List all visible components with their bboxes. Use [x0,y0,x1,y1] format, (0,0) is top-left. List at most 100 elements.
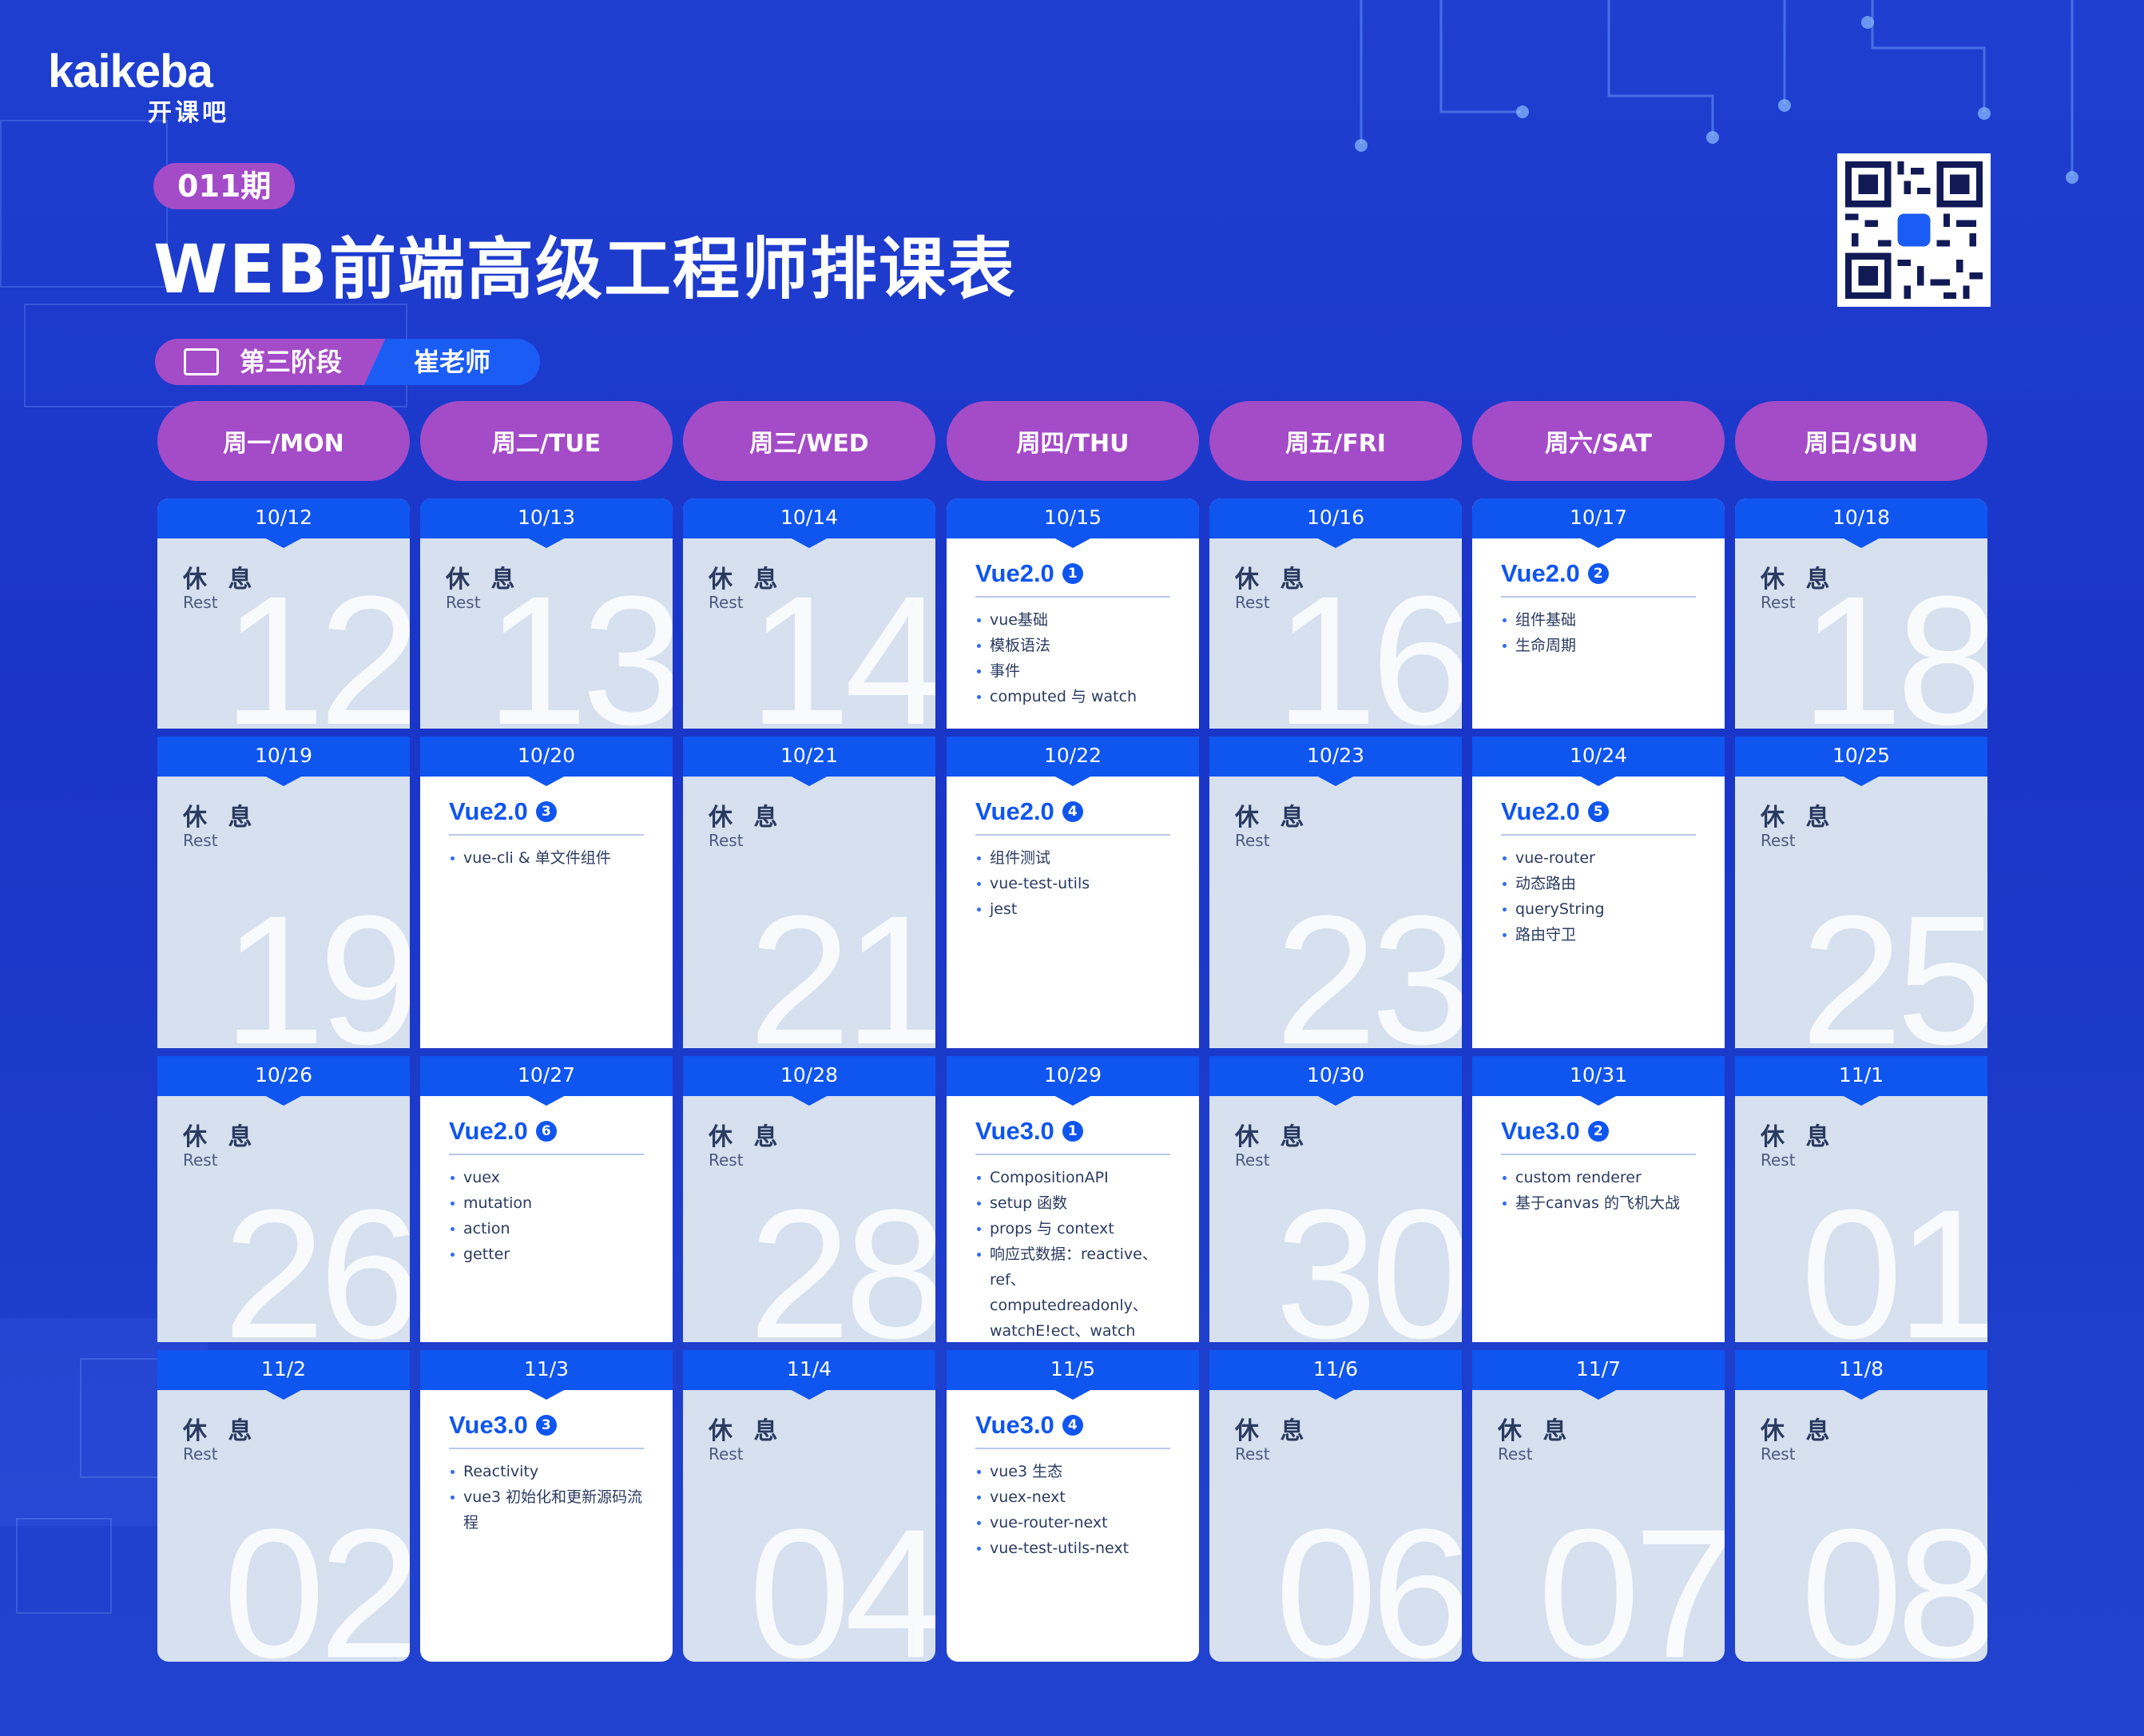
course-day-cell: 10/24 Vue2.0 5 vue-router 动态路由 queryString 路由… [1472,737,1725,1048]
topic-item: 动态路由 [1501,871,1701,896]
lesson-number-badge: 2 [1587,563,1609,584]
rest-day-cell: 11/8 08 休 息 Rest [1735,1350,1987,1662]
rest-label-cn: 休 息 [1761,1417,1836,1445]
rest-label-cn: 休 息 [1761,804,1836,832]
rest-label-cn: 休 息 [1761,1123,1836,1151]
lesson-number-badge: 3 [535,1415,557,1436]
date-label: 11/7 [1472,1350,1725,1400]
topic-item: 组件测试 [975,845,1175,871]
rest-day-cell: 10/18 18 休 息 Rest [1735,499,1987,729]
rest-label-cn: 休 息 [1235,1417,1311,1445]
rest-label-en: Rest [183,831,218,850]
rest-label-en: Rest [1235,1444,1270,1464]
date-label: 10/28 [683,1056,935,1106]
rest-label-cn: 休 息 [183,566,259,594]
rest-day-cell: 10/14 14 休 息 Rest [683,499,935,729]
topic-item: 组件基础 [1501,607,1701,633]
lesson-number-badge: 2 [1587,1121,1609,1142]
rest-label-en: Rest [1235,831,1270,850]
day-number-watermark: 26 [223,1171,410,1343]
topic-item: custom renderer [1501,1165,1701,1190]
topic-item: vue基础 [975,607,1175,633]
course-name: Vue3.0 [975,1411,1054,1439]
topic-item: 生命周期 [1501,633,1701,658]
date-label: 11/1 [1735,1056,1987,1106]
lesson-number-badge: 1 [1062,1121,1083,1142]
rest-label-en: Rest [1761,593,1796,612]
topic-item: mutation [449,1190,649,1216]
rest-label-en: Rest [709,593,744,612]
presentation-icon [184,348,219,375]
rest-label-cn: 休 息 [1761,566,1836,594]
course-day-cell: 11/3 Vue3.0 3 Reactivity vue3 初始化和更新源码流程 [420,1350,673,1662]
rest-label-cn: 休 息 [709,1417,784,1445]
topic-item: computed 与 watch [975,684,1175,709]
topic-list: 组件测试 vue-test-utils jest [975,845,1175,922]
course-name: Vue2.0 [1501,559,1580,587]
date-label: 10/16 [1209,499,1462,548]
date-label: 10/21 [683,737,935,786]
logo-wordmark: kaikeba [48,46,213,97]
course-name: Vue3.0 [1501,1117,1580,1145]
day-number-watermark: 01 [1801,1171,1987,1343]
day-number-watermark: 02 [223,1491,410,1663]
rest-label-en: Rest [183,1444,218,1464]
course-day-cell: 10/31 Vue3.0 2 custom renderer 基于canvas 的飞机大… [1472,1056,1725,1342]
date-label: 11/6 [1209,1350,1462,1400]
rest-label-en: Rest [446,593,481,612]
teacher-tab: 崔老师 [364,339,540,385]
lesson-number-badge: 3 [535,801,557,822]
course-title: Vue3.0 2 [1501,1117,1696,1155]
rest-label-cn: 休 息 [1498,1417,1574,1445]
course-title: Vue3.0 1 [975,1117,1170,1155]
topic-item: getter [449,1241,649,1267]
topic-item: vue3 初始化和更新源码流程 [449,1484,649,1535]
topic-item: CompositionAPI [975,1165,1175,1190]
course-name: Vue2.0 [975,797,1054,825]
bg-decor-square [0,120,168,288]
topic-item: vue-test-utils-next [975,1535,1175,1561]
date-label: 11/2 [157,1350,410,1400]
date-label: 10/13 [420,499,673,548]
day-number-watermark: 19 [223,877,410,1049]
rest-day-cell: 10/25 25 休 息 Rest [1735,737,1987,1048]
lesson-number-badge: 1 [1062,563,1083,584]
kaikeba-logo: kaikeba 开课吧 [48,38,248,127]
date-label: 11/5 [947,1350,1199,1400]
rest-day-cell: 11/6 06 休 息 Rest [1209,1350,1462,1662]
topic-item: 模板语法 [975,633,1175,658]
rest-day-cell: 10/12 12 休 息 Rest [157,499,410,729]
course-title: Vue2.0 2 [1501,559,1696,598]
topic-item: props 与 context [975,1216,1175,1241]
topic-list: vue-cli & 单文件组件 [449,845,649,871]
course-title: Vue2.0 3 [449,797,644,836]
day-number-watermark: 30 [1275,1171,1462,1343]
day-number-watermark: 25 [1801,877,1987,1049]
rest-day-cell: 10/19 19 休 息 Rest [157,737,410,1048]
date-label: 11/3 [420,1350,673,1400]
lesson-number-badge: 4 [1062,801,1083,822]
logo-cn-name: 开课吧 [148,99,229,127]
date-label: 11/8 [1735,1350,1987,1400]
rest-label-cn: 休 息 [183,1123,259,1151]
topic-list: CompositionAPI setup 函数 props 与 context 响应式… [975,1165,1175,1342]
rest-day-cell: 10/28 28 休 息 Rest [683,1056,935,1342]
rest-day-cell: 10/26 26 休 息 Rest [157,1056,410,1342]
rest-label-en: Rest [1235,1150,1270,1170]
day-number-watermark: 07 [1538,1491,1725,1663]
course-title: Vue2.0 4 [975,797,1170,836]
date-label: 10/26 [157,1056,410,1106]
course-title: Vue2.0 6 [449,1117,644,1155]
stage-label: 第三阶段 [240,347,343,377]
rest-label-cn: 休 息 [1235,804,1311,832]
rest-label-en: Rest [709,831,744,850]
qr-code [1837,153,1991,307]
rest-label-en: Rest [1761,1150,1796,1170]
course-title: Vue2.0 1 [975,559,1170,598]
date-label: 10/31 [1472,1056,1725,1106]
rest-day-cell: 10/23 23 休 息 Rest [1209,737,1462,1048]
course-name: Vue2.0 [975,559,1054,587]
rest-label-cn: 休 息 [1235,566,1311,594]
rest-label-en: Rest [709,1150,744,1170]
course-day-cell: 10/22 Vue2.0 4 组件测试 vue-test-utils jest [947,737,1199,1048]
